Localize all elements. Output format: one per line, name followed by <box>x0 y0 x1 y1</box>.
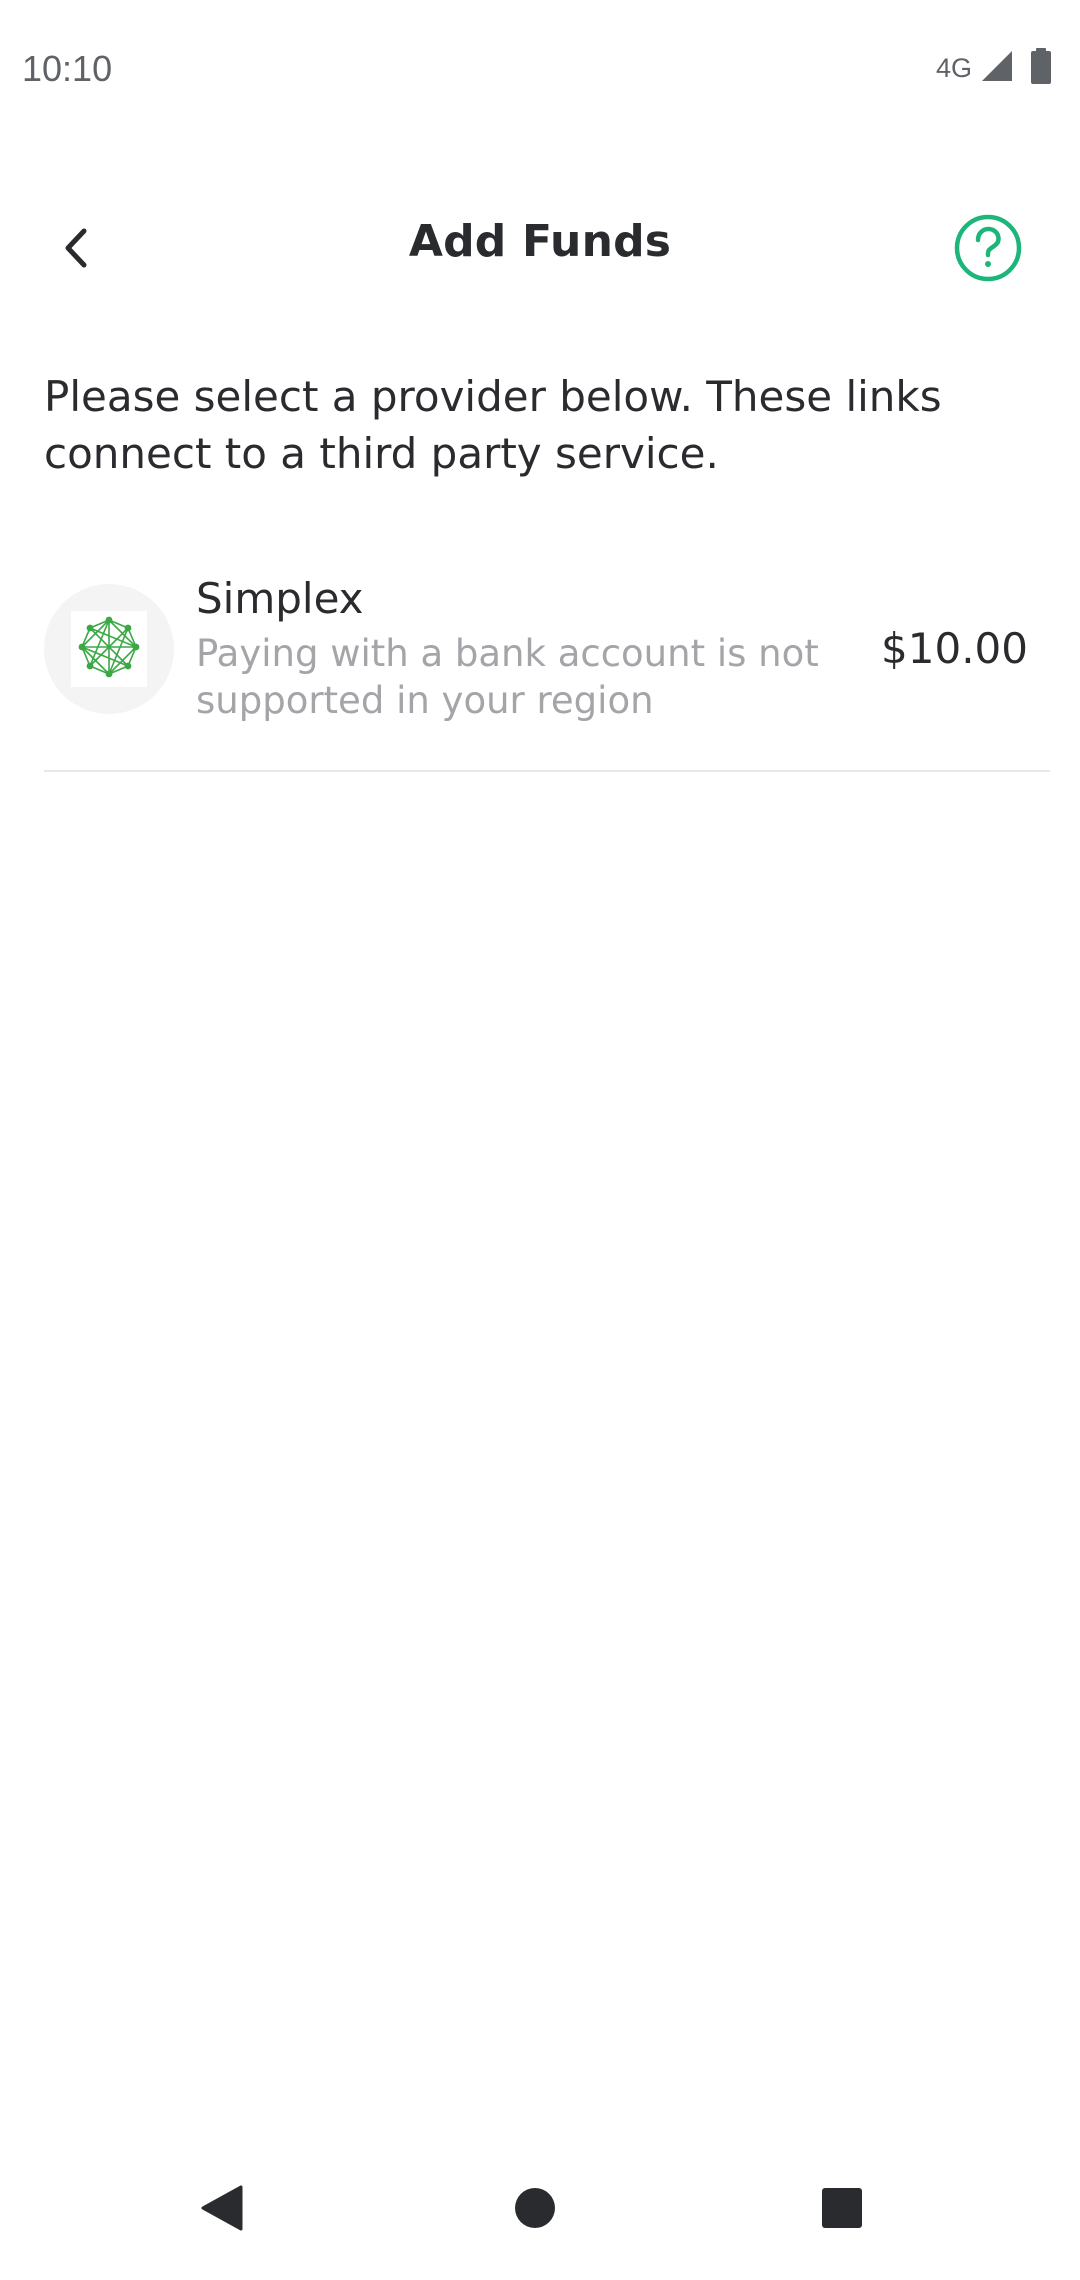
nav-home-button[interactable] <box>493 2168 577 2252</box>
system-nav-bar <box>0 2140 1080 2280</box>
intro-text: Please select a provider below. These li… <box>44 372 942 478</box>
divider <box>44 770 1050 772</box>
provider-name: Simplex <box>196 574 364 623</box>
status-time: 10:10 <box>22 48 113 89</box>
provider-note: Paying with a bank account is not suppor… <box>196 632 819 722</box>
nav-recents-icon <box>820 2186 864 2234</box>
nav-back-button[interactable] <box>180 2168 264 2252</box>
nav-recents-button[interactable] <box>800 2168 884 2252</box>
help-circle-icon <box>953 213 1023 287</box>
provider-price: $10.00 <box>881 624 1028 673</box>
network-type-label: 4G <box>935 52 972 83</box>
status-icons: 4G <box>936 48 1052 88</box>
signal-icon <box>980 49 1014 87</box>
app-header: Add Funds <box>0 180 1080 310</box>
provider-logo <box>44 584 174 714</box>
help-button[interactable] <box>948 210 1028 290</box>
battery-icon <box>1030 48 1052 88</box>
simplex-logo-icon <box>78 616 140 682</box>
status-bar: 10:10 4G <box>0 0 1080 140</box>
nav-home-icon <box>513 2186 557 2234</box>
provider-row-simplex[interactable]: Simplex Paying with a bank account is no… <box>44 574 1050 774</box>
nav-back-icon <box>199 2183 245 2237</box>
page-title: Add Funds <box>408 216 672 267</box>
